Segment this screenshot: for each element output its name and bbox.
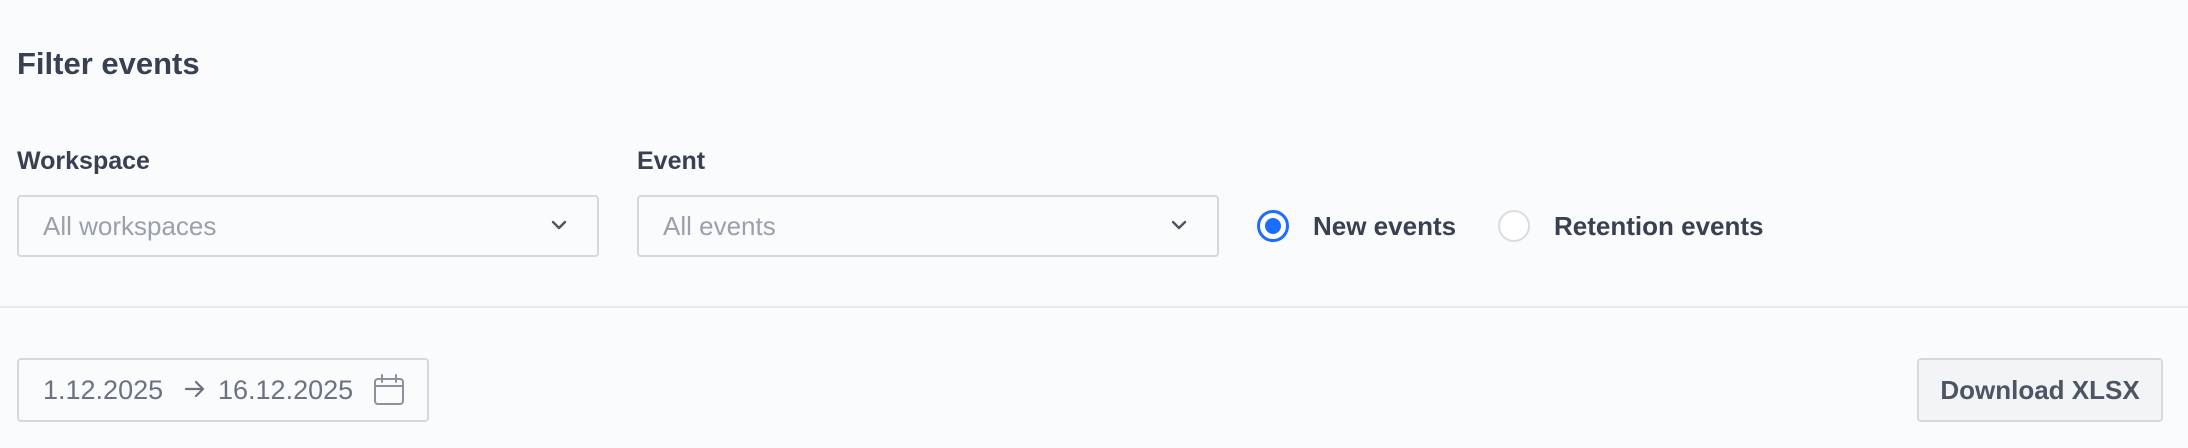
page-title: Filter events <box>17 46 200 81</box>
date-range-picker[interactable]: 1.12.2025 16.12.2025 <box>17 358 429 422</box>
section-divider <box>0 306 2188 308</box>
workspace-select[interactable]: All workspaces <box>17 195 599 257</box>
date-range-start: 1.12.2025 <box>43 375 164 405</box>
chevron-down-icon <box>551 220 567 230</box>
download-xlsx-button[interactable]: Download XLSX <box>1917 358 2163 422</box>
workspace-label: Workspace <box>17 147 150 175</box>
radio-new-events[interactable]: New events <box>1257 208 1456 244</box>
date-range-end: 16.12.2025 <box>218 375 354 405</box>
workspace-select-value: All workspaces <box>43 211 217 241</box>
radio-retention-events[interactable]: Retention events <box>1498 208 1764 244</box>
arrow-right-icon <box>184 380 205 398</box>
event-select[interactable]: All events <box>637 195 1219 257</box>
radio-unselected-indicator[interactable] <box>1498 210 1530 242</box>
event-label: Event <box>637 147 706 175</box>
chevron-down-icon <box>1171 220 1187 230</box>
event-select-value: All events <box>663 211 776 241</box>
filter-events-panel: Filter events Workspace All workspaces E… <box>0 0 2188 448</box>
calendar-icon[interactable] <box>372 373 406 407</box>
radio-selected-indicator[interactable] <box>1257 210 1289 242</box>
radio-new-events-label: New events <box>1313 210 1457 241</box>
radio-retention-events-label: Retention events <box>1554 210 1764 241</box>
